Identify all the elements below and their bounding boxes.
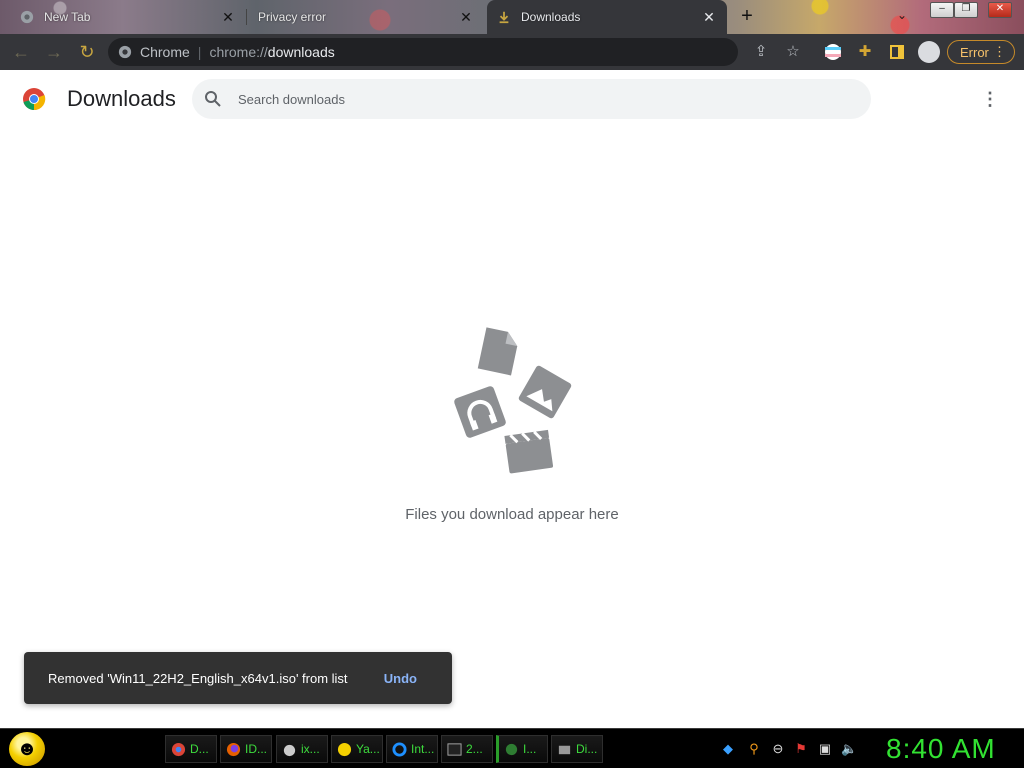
removed-toast: Removed 'Win11_22H2_English_x64v1.iso' f…	[24, 652, 452, 704]
tool-icon	[283, 744, 296, 756]
close-tab-icon[interactable]: ✕	[458, 9, 474, 26]
download-icon	[499, 11, 509, 24]
taskbar-label: ID...	[245, 742, 268, 756]
empty-downloads-illustration	[454, 327, 572, 474]
browser-toolbar: ← → ↻ Chrome | chrome://downloads ⇪ ☆ ✚ …	[0, 34, 1024, 70]
taskbar-label: ix...	[301, 742, 320, 756]
search-input[interactable]	[236, 90, 840, 108]
profile-avatar[interactable]	[918, 41, 940, 63]
more-actions-icon[interactable]: ⋮	[980, 89, 1000, 109]
display-tray-icon[interactable]: ▣	[817, 741, 833, 757]
disk-drive-icon	[558, 745, 571, 754]
minimize-button[interactable]: –	[930, 2, 954, 18]
bookmark-star-icon[interactable]: ☆	[784, 43, 802, 61]
tab-new-tab[interactable]: New Tab ✕	[10, 0, 246, 34]
url-text: chrome://downloads	[209, 44, 334, 60]
taskbar-item-console[interactable]: 2...	[441, 735, 493, 763]
taskbar-item-chrome[interactable]: D...	[165, 735, 217, 763]
chrome-logo-icon	[23, 88, 46, 111]
address-bar[interactable]: Chrome | chrome://downloads	[108, 38, 738, 66]
taskbar-clock[interactable]: 8:40 AM	[886, 733, 996, 765]
chrome-icon	[20, 10, 34, 24]
action-center-flag-icon[interactable]: ⚑	[793, 741, 809, 757]
close-window-button[interactable]: ✕	[988, 2, 1012, 18]
error-label: Error	[960, 44, 989, 60]
side-panel-icon[interactable]	[888, 43, 906, 61]
taskbar-item-internet-explorer[interactable]: Int...	[386, 735, 438, 763]
maximize-button[interactable]: ❐	[954, 2, 978, 18]
tab-title: Downloads	[521, 10, 581, 24]
chrome-icon	[118, 45, 132, 59]
command-prompt-icon	[447, 742, 462, 756]
share-icon[interactable]: ⇪	[752, 43, 770, 61]
tab-strip: New Tab ✕ Privacy error ✕ Downloads ✕ + …	[0, 0, 1024, 34]
volume-icon[interactable]: 🔈	[841, 741, 857, 757]
close-tab-icon[interactable]: ✕	[701, 9, 717, 26]
taskbar-label: Di...	[576, 742, 598, 756]
undo-button[interactable]: Undo	[384, 671, 417, 686]
internet-explorer-icon	[392, 741, 407, 757]
taskbar-label: D...	[190, 742, 209, 756]
tab-title: New Tab	[44, 10, 91, 24]
image-icon	[518, 365, 572, 419]
tab-downloads[interactable]: Downloads ✕	[487, 0, 727, 34]
kebab-menu-icon: ⋮	[993, 44, 1006, 59]
search-icon	[205, 91, 221, 107]
error-chip-button[interactable]: Error ⋮	[947, 40, 1015, 64]
url-path: downloads	[267, 44, 335, 60]
taskbar-item-firefox[interactable]: ID...	[220, 735, 272, 763]
taskbar-label: Int...	[411, 742, 435, 756]
forward-arrow-icon[interactable]: →	[44, 42, 64, 62]
taskbar-item-disk[interactable]: Di...	[551, 735, 603, 763]
smiley-icon	[337, 742, 352, 756]
tab-title: Privacy error	[258, 10, 327, 24]
network-globe-icon	[505, 743, 518, 755]
taskbar-item-network[interactable]: I...	[496, 735, 548, 763]
taskbar-label: 2...	[466, 742, 483, 756]
taskbar-label: Ya...	[356, 742, 380, 756]
reload-icon[interactable]: ↻	[77, 42, 97, 62]
downloads-header: Downloads ⋮	[0, 70, 1024, 128]
taskbar-item-ix[interactable]: ix...	[276, 735, 328, 763]
search-tray-icon[interactable]: ⚲	[746, 741, 762, 757]
search-downloads-box[interactable]	[192, 79, 871, 119]
close-tab-icon[interactable]: ✕	[220, 9, 236, 26]
firefox-icon	[226, 742, 241, 756]
url-origin: Chrome	[140, 44, 190, 60]
video-file-icon	[504, 429, 554, 474]
taskbar-label: I...	[523, 742, 537, 756]
tab-search-icon[interactable]: ⌄	[897, 8, 913, 24]
new-tab-button[interactable]: +	[737, 6, 757, 26]
url-separator: |	[197, 44, 202, 60]
start-button-smiley-icon[interactable]: ☻	[9, 732, 45, 766]
back-arrow-icon[interactable]: ←	[11, 42, 31, 62]
chrome-icon	[171, 742, 186, 756]
tab-privacy-error[interactable]: Privacy error ✕	[246, 0, 484, 34]
windows-taskbar: ☻ D... ID... ix... Ya... Int... 2... I..…	[0, 728, 1024, 768]
extensions-puzzle-icon[interactable]: ✚	[856, 43, 874, 61]
empty-state-message: Files you download appear here	[405, 506, 619, 523]
taskbar-item-yahoo[interactable]: Ya...	[331, 735, 383, 763]
url-scheme: chrome://	[209, 44, 268, 60]
status-tray-icon[interactable]: ⊖	[770, 741, 786, 757]
toast-message: Removed 'Win11_22H2_English_x64v1.iso' f…	[48, 670, 348, 686]
network-tray-icon[interactable]: ◆	[720, 741, 736, 757]
page-title: Downloads	[67, 86, 176, 111]
document-icon	[477, 327, 518, 376]
extension-flag-icon[interactable]	[824, 43, 842, 61]
audio-file-icon	[454, 386, 506, 438]
